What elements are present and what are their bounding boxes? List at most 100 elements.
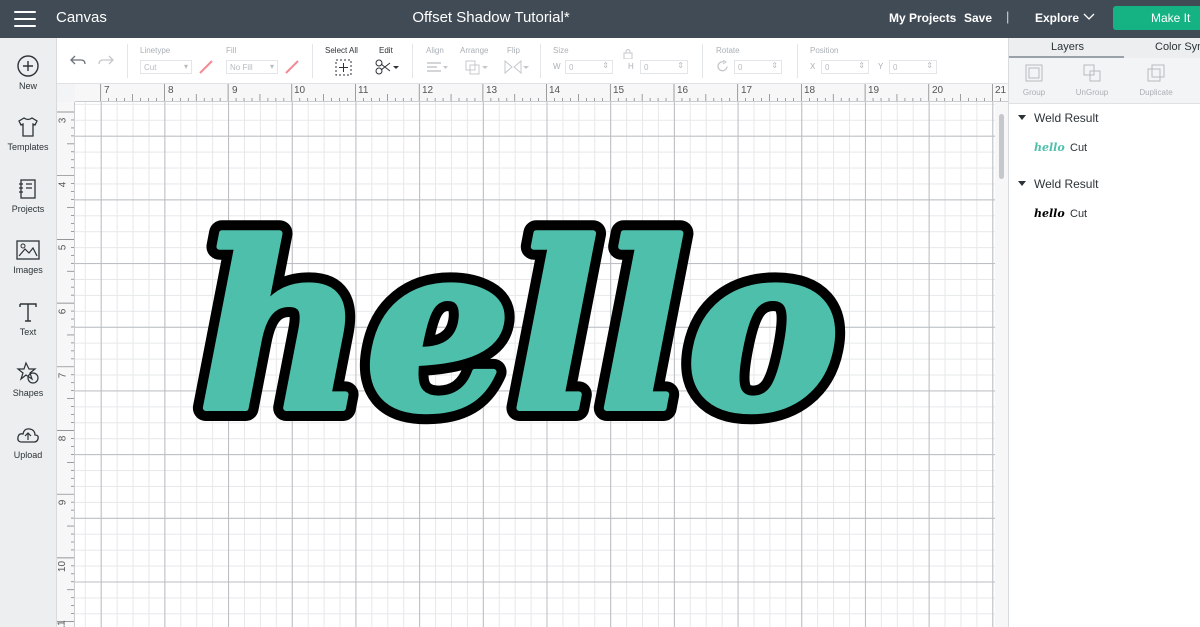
arrange-label: Arrange: [460, 46, 489, 55]
ruler-top-label: 15: [613, 85, 625, 96]
sidebar-item-text[interactable]: Text: [0, 300, 56, 337]
toolbar-divider: [312, 44, 313, 78]
toolbar-divider: [797, 44, 798, 78]
caret-down-icon[interactable]: [1018, 115, 1026, 120]
ruler-left-label: 6: [57, 308, 69, 315]
size-w-value: 0: [569, 63, 574, 72]
edit-scissors-icon[interactable]: [375, 59, 399, 75]
stepper-icon: ⇕: [858, 61, 865, 70]
select-all-icon[interactable]: [335, 59, 352, 76]
ruler-left-label: 10: [57, 560, 69, 573]
size-w-input[interactable]: 0 ⇕: [565, 60, 613, 74]
align-icon[interactable]: [426, 61, 448, 73]
size-h-input[interactable]: 0 ⇕: [640, 60, 688, 74]
toolbar-divider: [702, 44, 703, 78]
layer-thumbnail: hello: [1034, 207, 1065, 220]
hello-design[interactable]: hello hello: [180, 150, 880, 476]
fill-label: Fill: [226, 46, 237, 55]
group-label: Group: [1022, 88, 1046, 97]
sidebar-item-label: Projects: [11, 204, 45, 214]
layer-thumbnail: hello: [1034, 141, 1065, 154]
linetype-color-swatch-icon[interactable]: [197, 59, 215, 75]
ruler-top: 7 8 9 10 11 12 13 14 15 16 17 18 19 20 2…: [75, 84, 1008, 102]
toolbar-divider: [540, 44, 541, 78]
tshirt-icon: [18, 117, 38, 137]
sidebar-item-label: Text: [19, 327, 37, 337]
caret-down-icon[interactable]: [1018, 181, 1026, 186]
size-label: Size: [553, 46, 569, 55]
fill-color-swatch-icon[interactable]: [283, 59, 301, 75]
panel-tabs: Layers Color Sync: [1009, 38, 1200, 58]
notebook-icon: [19, 179, 36, 199]
ruler-left: 3 4 5 6 7 8 9 10 11: [57, 102, 75, 627]
duplicate-button[interactable]: Duplicate: [1131, 64, 1181, 97]
ruler-top-label: 18: [804, 85, 816, 96]
stepper-icon: ⇕: [926, 61, 933, 70]
redo-icon[interactable]: [97, 52, 115, 68]
stepper-icon: ⇕: [771, 61, 778, 70]
save-button[interactable]: Save: [964, 11, 992, 25]
sidebar-item-label: Templates: [7, 142, 49, 152]
image-icon: [16, 240, 40, 260]
hello-cut-layer[interactable]: hello: [195, 190, 843, 466]
fill-value: No Fill: [230, 63, 253, 72]
rotate-input[interactable]: 0 ⇕: [734, 60, 782, 74]
layer-operation: Cut: [1070, 142, 1088, 154]
position-x-value: 0: [825, 63, 830, 72]
sidebar-item-upload[interactable]: Upload: [0, 423, 56, 460]
ruler-left-label: 3: [57, 117, 69, 124]
plus-circle-icon: [17, 55, 39, 77]
sidebar-item-projects[interactable]: Projects: [0, 177, 56, 214]
duplicate-icon: [1147, 64, 1165, 82]
ruler-top-label: 10: [294, 85, 306, 96]
make-it-button[interactable]: Make It: [1113, 6, 1200, 30]
sidebar-item-images[interactable]: Images: [0, 238, 56, 275]
lock-icon[interactable]: [623, 48, 633, 59]
flip-label: Flip: [507, 46, 520, 55]
linetype-value: Cut: [144, 63, 157, 72]
size-h-label: H: [628, 62, 634, 71]
canvas-vertical-scrollbar[interactable]: [995, 102, 1008, 627]
stepper-icon: ⇕: [677, 61, 684, 70]
document-title: Offset Shadow Tutorial*: [412, 9, 570, 26]
top-bar: Canvas Offset Shadow Tutorial* My Projec…: [0, 0, 1200, 38]
flip-icon[interactable]: [503, 59, 529, 75]
group-button[interactable]: Group: [1009, 64, 1059, 97]
tab-layers[interactable]: Layers: [1051, 41, 1084, 53]
sidebar-item-label: New: [18, 81, 37, 91]
position-y-input[interactable]: 0 ⇕: [889, 60, 937, 74]
layer-group-name: Weld Result: [1034, 177, 1099, 191]
ungroup-button[interactable]: UnGroup: [1067, 64, 1117, 97]
ruler-left-label: 7: [57, 372, 69, 379]
ruler-top-label: 13: [486, 85, 498, 96]
text-t-icon: [19, 303, 37, 322]
rotate-icon: [717, 60, 728, 72]
ruler-top-label: 8: [168, 85, 174, 96]
tab-color-sync[interactable]: Color Sync: [1155, 41, 1200, 53]
arrange-icon[interactable]: [464, 59, 488, 75]
ruler-top-label: 7: [104, 85, 110, 96]
sidebar-item-templates[interactable]: Templates: [0, 115, 56, 152]
ruler-left-label: 5: [57, 244, 69, 251]
select-all-label: Select All: [325, 46, 358, 55]
linetype-select[interactable]: Cut ▾: [140, 60, 192, 74]
position-y-value: 0: [893, 63, 898, 72]
sidebar-item-shapes[interactable]: Shapes: [0, 361, 56, 398]
explore-dropdown[interactable]: Explore: [1035, 11, 1079, 25]
toolbar-divider: [127, 44, 128, 78]
ruler-top-label: 16: [677, 85, 689, 96]
ruler-left-label: 4: [57, 181, 69, 188]
chevron-down-icon[interactable]: [1083, 10, 1095, 22]
sidebar-item-new[interactable]: New: [0, 54, 56, 91]
ruler-top-label: 12: [422, 85, 434, 96]
ruler-top-label: 21: [995, 85, 1007, 96]
undo-icon[interactable]: [69, 52, 87, 68]
position-x-input[interactable]: 0 ⇕: [821, 60, 869, 74]
position-y-label: Y: [878, 62, 884, 71]
sidebar-item-label: Upload: [13, 450, 43, 460]
shapes-icon: [16, 361, 39, 384]
my-projects-link[interactable]: My Projects: [889, 11, 956, 25]
scrollbar-thumb[interactable]: [999, 114, 1004, 179]
fill-select[interactable]: No Fill ▾: [226, 60, 278, 74]
edit-toolbar: Linetype Cut ▾ Fill No Fill ▾ Select All E…: [57, 38, 1008, 84]
